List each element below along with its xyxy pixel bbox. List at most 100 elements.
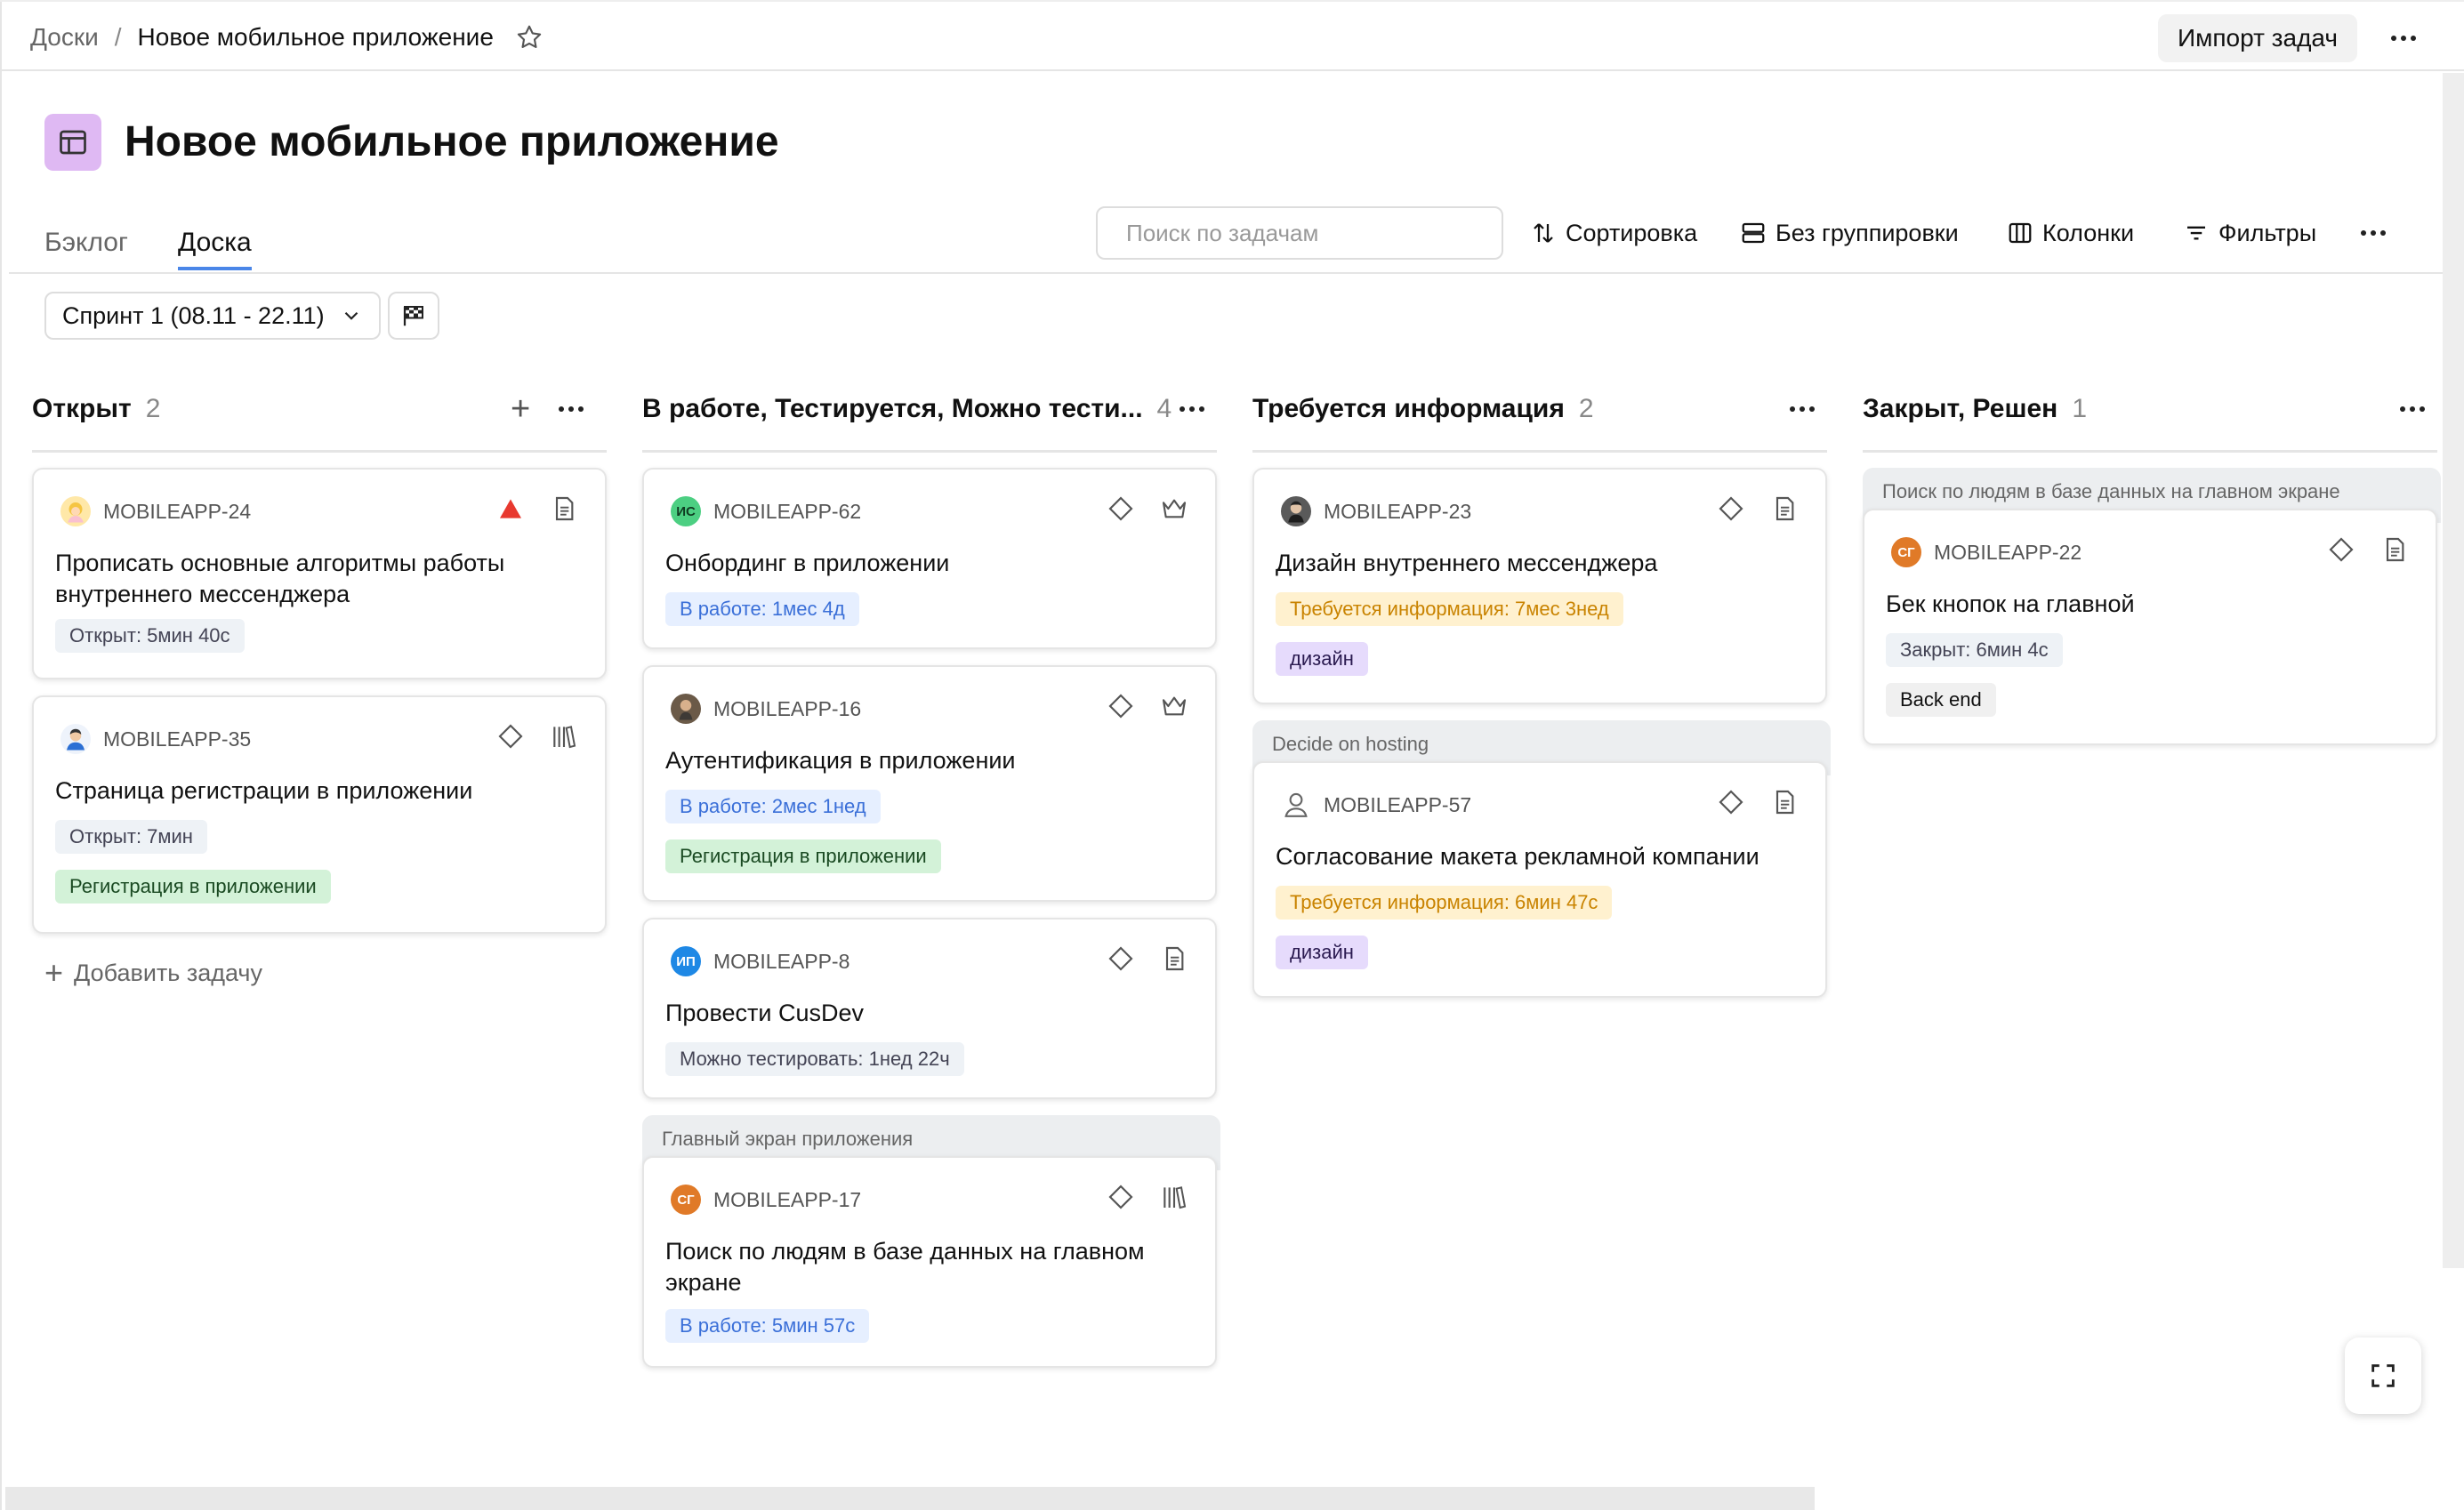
- task-card[interactable]: СГ MOBILEAPP-22 Бек кнопок на главной За…: [1863, 509, 2437, 745]
- columns-icon: [2009, 222, 2032, 244]
- more-menu-button[interactable]: [2380, 16, 2427, 60]
- avatar: СГ: [671, 1185, 701, 1215]
- priority-normal-icon: [1719, 790, 1743, 815]
- columns-button[interactable]: Колонки: [2007, 213, 2134, 253]
- task-card[interactable]: MOBILEAPP-24 Прописать основные алгоритм…: [32, 468, 607, 679]
- toolbar-more-button[interactable]: [2361, 213, 2386, 253]
- tab-backlog[interactable]: Бэклог: [44, 228, 128, 270]
- sprint-label: Спринт 1 (08.11 - 22.11): [62, 301, 325, 329]
- fullscreen-button[interactable]: [2345, 1337, 2421, 1414]
- task-key[interactable]: MOBILEAPP-57: [1324, 793, 1471, 817]
- task-key[interactable]: MOBILEAPP-17: [713, 1188, 861, 1212]
- task-key[interactable]: MOBILEAPP-35: [103, 727, 251, 751]
- card-icons: [496, 494, 578, 523]
- star-icon[interactable]: [515, 23, 544, 52]
- task-card[interactable]: MOBILEAPP-57 Согласование макета рекламн…: [1252, 761, 1827, 998]
- story-icon: [1162, 696, 1187, 716]
- column-more-icon[interactable]: [2400, 406, 2425, 412]
- column-more-icon[interactable]: [1790, 406, 1815, 412]
- sort-button[interactable]: Сортировка: [1530, 213, 1697, 253]
- filter-icon: [2187, 226, 2205, 240]
- status-badge: Требуется информация: 7мес 3нед: [1276, 592, 1623, 626]
- add-task-button[interactable]: + Добавить задачу: [44, 957, 262, 989]
- chevron-down-icon: [344, 311, 358, 320]
- status-badge: В работе: 1мес 4д: [665, 592, 859, 626]
- task-type-icon: [1776, 790, 1794, 815]
- status-badge: В работе: 5мин 57с: [665, 1309, 870, 1343]
- priority-normal-icon: [1108, 496, 1133, 521]
- tag-badge: Регистрация в приложении: [55, 870, 331, 904]
- task-title: Согласование макета рекламной компании: [1276, 843, 1759, 870]
- search-input[interactable]: [1096, 206, 1503, 260]
- tab-board[interactable]: Доска: [177, 228, 252, 270]
- breadcrumb-separator: /: [114, 23, 122, 51]
- column-actions: [1790, 391, 1815, 427]
- task-card[interactable]: СГ MOBILEAPP-17 Поиск по людям в базе да…: [642, 1156, 1217, 1368]
- user-icon: [1284, 792, 1308, 817]
- tag-badge: дизайн: [1276, 642, 1368, 676]
- card-icons: [2327, 535, 2409, 564]
- task-card[interactable]: ИС MOBILEAPP-62 Онбординг в приложении В…: [642, 468, 1217, 649]
- task-key[interactable]: MOBILEAPP-23: [1324, 500, 1471, 524]
- avatar: ИП: [671, 946, 701, 976]
- task-card[interactable]: MOBILEAPP-23 Дизайн внутреннего мессендж…: [1252, 468, 1827, 704]
- column-title: В работе, Тестируется, Можно тести...: [642, 394, 1143, 423]
- sprint-select[interactable]: Спринт 1 (08.11 - 22.11): [44, 292, 381, 340]
- task-key[interactable]: MOBILEAPP-8: [713, 950, 850, 974]
- column-header-closed: Закрыт, Решен 1: [1863, 391, 2087, 427]
- task-key[interactable]: MOBILEAPP-16: [713, 697, 861, 721]
- more-icon: [2361, 230, 2386, 236]
- column-divider: [32, 450, 607, 453]
- status-badge: Закрыт: 6мин 4с: [1886, 633, 2063, 667]
- column-count: 2: [145, 394, 161, 423]
- breadcrumb-boards-link[interactable]: Доски: [30, 23, 99, 52]
- task-key[interactable]: MOBILEAPP-62: [713, 500, 861, 524]
- grouping-button[interactable]: Без группировки: [1740, 213, 1959, 253]
- priority-normal-icon: [1108, 694, 1133, 719]
- column-header-in-progress: В работе, Тестируется, Можно тести... 4: [642, 391, 1172, 427]
- task-card[interactable]: MOBILEAPP-35 Страница регистрации в прил…: [32, 695, 607, 934]
- add-task-plus-icon[interactable]: +: [511, 392, 530, 426]
- columns-label: Колонки: [2042, 219, 2135, 246]
- card-header: MOBILEAPP-57: [1281, 790, 1471, 820]
- column-divider: [1252, 450, 1827, 453]
- vertical-scrollbar[interactable]: [2443, 73, 2464, 1268]
- column-more-icon[interactable]: [1180, 406, 1204, 412]
- avatar: ИС: [671, 496, 701, 526]
- import-tasks-button[interactable]: Импорт задач: [2158, 14, 2357, 62]
- status-badge: Можно тестировать: 1нед 22ч: [665, 1042, 964, 1076]
- priority-normal-icon: [1108, 1185, 1133, 1209]
- plus-icon: +: [44, 954, 64, 991]
- task-key[interactable]: MOBILEAPP-24: [103, 500, 251, 524]
- task-type-icon: [1165, 946, 1184, 971]
- card-header: СГ MOBILEAPP-17: [671, 1185, 861, 1215]
- card-icons: [1717, 788, 1799, 816]
- finish-flag-icon: [403, 306, 423, 326]
- story-icon: [1162, 499, 1187, 518]
- column-divider: [1863, 450, 2437, 453]
- horizontal-scrollbar[interactable]: [5, 1487, 1815, 1510]
- task-key[interactable]: MOBILEAPP-22: [1934, 541, 2082, 565]
- task-card[interactable]: MOBILEAPP-16 Аутентификация в приложении…: [642, 665, 1217, 902]
- filters-button[interactable]: Фильтры: [2183, 213, 2316, 253]
- priority-normal-icon: [1719, 496, 1743, 521]
- card-header: MOBILEAPP-35: [60, 724, 251, 754]
- card-header: ИП MOBILEAPP-8: [671, 946, 850, 976]
- column-actions: [2400, 391, 2425, 427]
- card-header: MOBILEAPP-24: [60, 496, 251, 526]
- task-title: Провести CusDev: [665, 1000, 864, 1026]
- card-icons: [1717, 494, 1799, 523]
- avatar: [671, 694, 701, 724]
- task-type-icon: [1776, 496, 1794, 521]
- card-icons: [1107, 692, 1188, 720]
- card-header: ИС MOBILEAPP-62: [671, 496, 861, 526]
- avatar: [60, 496, 91, 526]
- column-count: 4: [1156, 394, 1172, 423]
- column-title: Требуется информация: [1252, 394, 1565, 423]
- column-actions: +: [511, 391, 584, 427]
- finish-sprint-button[interactable]: [388, 292, 439, 340]
- task-card[interactable]: ИП MOBILEAPP-8 Провести CusDev Можно тес…: [642, 918, 1217, 1099]
- add-task-label: Добавить задачу: [74, 959, 262, 986]
- avatar: [60, 724, 91, 754]
- column-more-icon[interactable]: [559, 406, 584, 412]
